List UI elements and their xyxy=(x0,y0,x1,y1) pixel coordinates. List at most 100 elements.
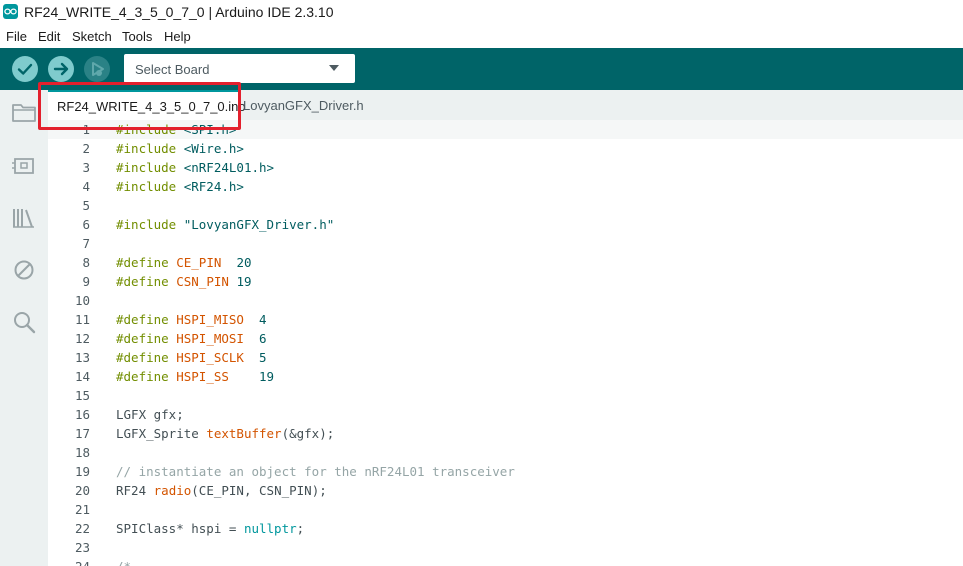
board-select-dropdown[interactable]: Select Board xyxy=(124,54,355,83)
code-line[interactable]: 14 #define HSPI_SS 19 xyxy=(48,367,963,386)
code-token: #include xyxy=(116,160,184,175)
code-line[interactable]: 16 LGFX gfx; xyxy=(48,405,963,424)
menu-sketch[interactable]: Sketch xyxy=(72,29,112,44)
code-token: LGFX gfx; xyxy=(116,407,184,422)
code-text: SPIClass* hspi = nullptr; xyxy=(116,519,304,538)
code-line[interactable]: 22 SPIClass* hspi = nullptr; xyxy=(48,519,963,538)
line-number: 14 xyxy=(74,369,90,384)
code-token: #include xyxy=(116,179,184,194)
code-token: // instantiate an object for the nRF24L0… xyxy=(116,464,515,479)
code-token: <nRF24L01.h> xyxy=(183,160,275,175)
code-text: #define CE_PIN 20 xyxy=(116,253,252,272)
code-line[interactable]: 2 #include <Wire.h> xyxy=(48,139,963,158)
code-token: 20 xyxy=(236,255,252,270)
code-token: #define xyxy=(116,255,177,270)
line-number: 18 xyxy=(74,445,90,460)
menu-help[interactable]: Help xyxy=(164,29,191,44)
code-line[interactable]: 20 RF24 radio(CE_PIN, CSN_PIN); xyxy=(48,481,963,500)
code-line[interactable]: 18 xyxy=(48,443,963,462)
code-text: #define CSN_PIN 19 xyxy=(116,272,252,291)
sidebar xyxy=(0,90,48,566)
code-line[interactable]: 24 /* xyxy=(48,557,963,566)
line-number: 12 xyxy=(74,331,90,346)
debug-button[interactable] xyxy=(84,56,110,82)
code-line[interactable]: 21 xyxy=(48,500,963,519)
code-line[interactable]: 17 LGFX_Sprite textBuffer(&gfx); xyxy=(48,424,963,443)
code-line[interactable]: 12 #define HSPI_MOSI 6 xyxy=(48,329,963,348)
code-text: RF24 radio(CE_PIN, CSN_PIN); xyxy=(116,481,327,500)
code-editor[interactable]: 1 #include <SPI.h> 2 #include <Wire.h> 3 #inc… xyxy=(48,120,963,566)
code-line[interactable]: 13 #define HSPI_SCLK 5 xyxy=(48,348,963,367)
menu-file[interactable]: File xyxy=(6,29,27,44)
code-line[interactable]: 6 #include "LovyanGFX_Driver.h" xyxy=(48,215,963,234)
code-text: #define HSPI_MOSI 6 xyxy=(116,329,267,348)
line-number: 23 xyxy=(74,540,90,555)
upload-button[interactable] xyxy=(48,56,74,82)
line-number: 10 xyxy=(74,293,90,308)
code-line[interactable]: 3 #include <nRF24L01.h> xyxy=(48,158,963,177)
code-line[interactable]: 9 #define CSN_PIN 19 xyxy=(48,272,963,291)
code-text: #include "LovyanGFX_Driver.h" xyxy=(116,215,334,234)
code-token: CSN_PIN xyxy=(176,274,229,289)
code-text: LGFX gfx; xyxy=(116,405,184,424)
title-bar: RF24_WRITE_4_3_5_0_7_0 | Arduino IDE 2.3… xyxy=(0,0,963,24)
board-select-label: Select Board xyxy=(135,62,210,77)
board-manager-icon[interactable] xyxy=(10,152,38,180)
code-token: #define xyxy=(116,369,177,384)
line-number: 19 xyxy=(74,464,90,479)
library-icon[interactable] xyxy=(10,204,38,232)
code-line[interactable]: 10 xyxy=(48,291,963,310)
search-icon[interactable] xyxy=(10,308,38,336)
code-token: 4 xyxy=(259,312,267,327)
line-number: 22 xyxy=(74,521,90,536)
line-number: 17 xyxy=(74,426,90,441)
code-line[interactable]: 5 xyxy=(48,196,963,215)
line-number: 5 xyxy=(82,198,90,213)
code-token: <Wire.h> xyxy=(183,141,244,156)
line-number: 4 xyxy=(82,179,90,194)
line-number: 2 xyxy=(82,141,90,156)
code-token: HSPI_SCLK xyxy=(176,350,244,365)
menu-edit[interactable]: Edit xyxy=(38,29,60,44)
code-line[interactable]: 7 xyxy=(48,234,963,253)
code-token: RF24 xyxy=(116,483,154,498)
code-line[interactable]: 23 xyxy=(48,538,963,557)
code-text: /* xyxy=(116,557,131,566)
verify-button[interactable] xyxy=(12,56,38,82)
folder-icon[interactable] xyxy=(10,98,38,126)
line-number: 21 xyxy=(74,502,90,517)
line-number: 15 xyxy=(74,388,90,403)
line-number: 6 xyxy=(82,217,90,232)
code-token: #include xyxy=(116,141,184,156)
code-text: #define HSPI_SCLK 5 xyxy=(116,348,267,367)
code-line[interactable]: 15 xyxy=(48,386,963,405)
code-line[interactable]: 19 // instantiate an object for the nRF24… xyxy=(48,462,963,481)
highlight-annotation xyxy=(38,82,241,130)
code-token: #define xyxy=(116,331,177,346)
code-token: HSPI_SS xyxy=(176,369,229,384)
code-token: textBuffer xyxy=(206,426,282,441)
code-token: 19 xyxy=(259,369,275,384)
menu-tools[interactable]: Tools xyxy=(122,29,152,44)
check-icon xyxy=(17,63,33,75)
code-token: 19 xyxy=(236,274,252,289)
debug-icon xyxy=(92,62,104,76)
code-text: // instantiate an object for the nRF24L0… xyxy=(116,462,515,481)
code-token: HSPI_MOSI xyxy=(176,331,244,346)
code-token: "LovyanGFX_Driver.h" xyxy=(183,217,335,232)
code-line[interactable]: 11 #define HSPI_MISO 4 xyxy=(48,310,963,329)
debug-disabled-icon[interactable] xyxy=(10,256,38,284)
code-line[interactable]: 4 #include <RF24.h> xyxy=(48,177,963,196)
code-line[interactable]: 8 #define CE_PIN 20 xyxy=(48,253,963,272)
menu-bar: File Edit Sketch Tools Help xyxy=(0,24,963,48)
code-text: #define HSPI_SS 19 xyxy=(116,367,274,386)
line-number: 8 xyxy=(82,255,90,270)
code-text: #include <Wire.h> xyxy=(116,139,244,158)
code-text: #include <RF24.h> xyxy=(116,177,244,196)
code-token: #define xyxy=(116,312,177,327)
code-token: LGFX_Sprite xyxy=(116,426,207,441)
code-text: LGFX_Sprite textBuffer(&gfx); xyxy=(116,424,334,443)
code-token: radio xyxy=(153,483,192,498)
